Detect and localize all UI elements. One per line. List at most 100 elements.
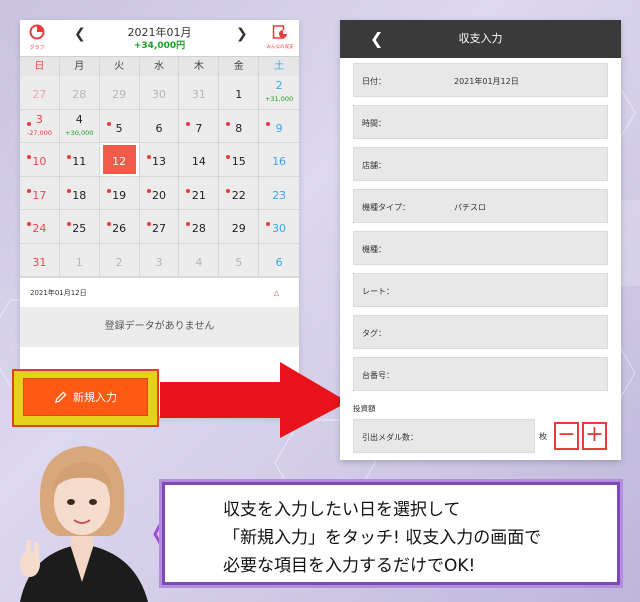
calendar-day[interactable]: 27 [139,210,180,244]
new-entry-highlight: 新規入力 [12,369,159,427]
form-field[interactable]: 機種： [353,231,608,265]
increment-button[interactable]: + [582,422,607,450]
weekday-header: 日月火水木金 土 [20,56,299,77]
calendar-day[interactable]: 6 [259,243,299,277]
calendar-day[interactable]: 17 [20,176,60,210]
selected-date-bar: 2021年01月12日 △ [20,277,299,307]
form-field[interactable]: 台番号： [353,357,608,391]
day-number: 28 [72,88,87,101]
calendar-day[interactable]: 4 [179,243,220,277]
calendar-day[interactable]: 21 [179,176,220,210]
entry-dot-icon [27,155,31,159]
calendar-day[interactable]: 4 +30,000 [59,109,100,143]
calendar-day[interactable]: 13 [139,143,180,177]
new-entry-button[interactable]: 新規入力 [23,378,148,416]
calendar-day[interactable]: 2 +31,000 [259,76,299,110]
calendar-day[interactable]: 31 [20,243,60,277]
form-field[interactable]: 店舗： [353,147,608,181]
calendar-day-selected[interactable]: 12 [99,143,140,177]
calendar-day[interactable]: 11 [59,143,100,177]
caption-line-3: 必要な項目を入力するだけでOK! [223,556,476,576]
calendar-day[interactable]: 18 [59,176,100,210]
decrement-button[interactable]: − [554,422,579,450]
field-label: 日付： [362,77,386,86]
field-value: 2021年01月12日 [454,77,519,86]
calendar-day[interactable]: 16 [259,143,299,177]
share-button[interactable]: みんなの収支 [265,24,295,50]
form-body: 日付： 2021年01月12日時間： 店舗： 機種タイプ： パチスロ 機種： レート： タグ：… [340,58,621,453]
weekday-label: 土 [274,61,285,72]
day-number: 18 [72,188,87,202]
share-chart-icon [272,25,287,39]
day-number: 30 [151,88,166,101]
day-number: 11 [72,155,87,168]
field-label: 店舗： [362,161,386,170]
entry-dot-icon [106,121,111,126]
calendar-day[interactable]: 29 [219,210,260,244]
empty-message: 登録データがありません [20,307,299,347]
day-number: 21 [191,188,206,202]
calendar-day[interactable]: 25 [59,210,100,244]
day-amount: +31,000 [264,95,294,103]
day-number: 15 [231,155,246,168]
calendar-day[interactable]: 1 [219,76,260,110]
day-number: 25 [72,222,87,235]
calendar-day[interactable]: 3 [139,243,180,277]
entry-dot-icon [27,188,31,193]
calendar-day[interactable]: 9 [259,109,299,143]
form-field[interactable]: 機種タイプ： パチスロ [353,189,608,223]
calendar-day[interactable]: 26 [99,210,140,244]
calendar-day[interactable]: 28 [179,210,220,244]
calendar-day[interactable]: 5 [219,243,260,277]
calendar-day[interactable]: 5 [99,109,140,143]
calendar-day[interactable]: 7 [179,109,220,143]
selected-date: 2021年01月12日 [30,289,87,297]
form-field[interactable]: レート： [353,273,608,307]
entry-dot-icon [27,222,31,226]
field-label: 台番号： [362,371,394,380]
entry-dot-icon [27,121,31,126]
entry-dot-icon [146,222,151,226]
calendar-day[interactable]: 29 [99,76,140,110]
day-number: 30 [272,222,287,235]
form-field[interactable]: 時間： [353,105,608,139]
weekday-label: 火 [100,57,140,77]
calendar-day[interactable]: 27 [20,76,60,110]
calendar-day[interactable]: 14 [179,143,220,177]
medal-count-field[interactable]: 引出メダル数： [353,419,535,453]
day-number: 2 [275,79,283,92]
calendar-screen: グラフ ❮ 2021年01月 +34,000円 ❯ みんなの収支 日月火水木金 土… [20,20,299,416]
calendar-day[interactable]: 6 [139,109,180,143]
entry-dot-icon [66,222,71,226]
field-value: パチスロ [454,203,486,212]
calendar-day[interactable]: 31 [179,76,220,110]
month-total: +34,000円 [133,41,186,51]
calendar-day[interactable]: 23 [259,176,299,210]
calendar-day[interactable]: 10 [20,143,60,177]
calendar-day[interactable]: 30 [259,210,299,244]
weekday-label: 水 [140,57,180,77]
calendar-day[interactable]: 2 [99,243,140,277]
day-number: 9 [275,121,283,135]
calendar-day[interactable]: 19 [99,176,140,210]
calendar-day[interactable]: 20 [139,176,180,210]
day-number: 3 [155,255,163,269]
day-number: 4 [75,112,83,126]
calendar-day[interactable]: 3 -27,000 [20,109,60,143]
form-field[interactable]: タグ： [353,315,608,349]
calendar-day[interactable]: 1 [59,243,100,277]
calendar-day[interactable]: 24 [20,210,60,244]
field-label: レート： [362,287,394,296]
back-chevron-icon[interactable]: ❮ [370,29,383,48]
calendar-day[interactable]: 22 [219,176,260,210]
collapse-triangle-icon[interactable]: △ [274,278,279,308]
calendar-day[interactable]: 15 [219,143,260,177]
day-number: 14 [191,155,206,168]
calendar-day[interactable]: 8 [219,109,260,143]
form-field[interactable]: 日付： 2021年01月12日 [353,63,608,97]
calendar-day[interactable]: 28 [59,76,100,110]
calendar-day[interactable]: 30 [139,76,180,110]
entry-dot-icon [106,188,111,193]
next-month-button[interactable]: ❯ [236,26,248,42]
right-arrow-icon [160,362,348,438]
